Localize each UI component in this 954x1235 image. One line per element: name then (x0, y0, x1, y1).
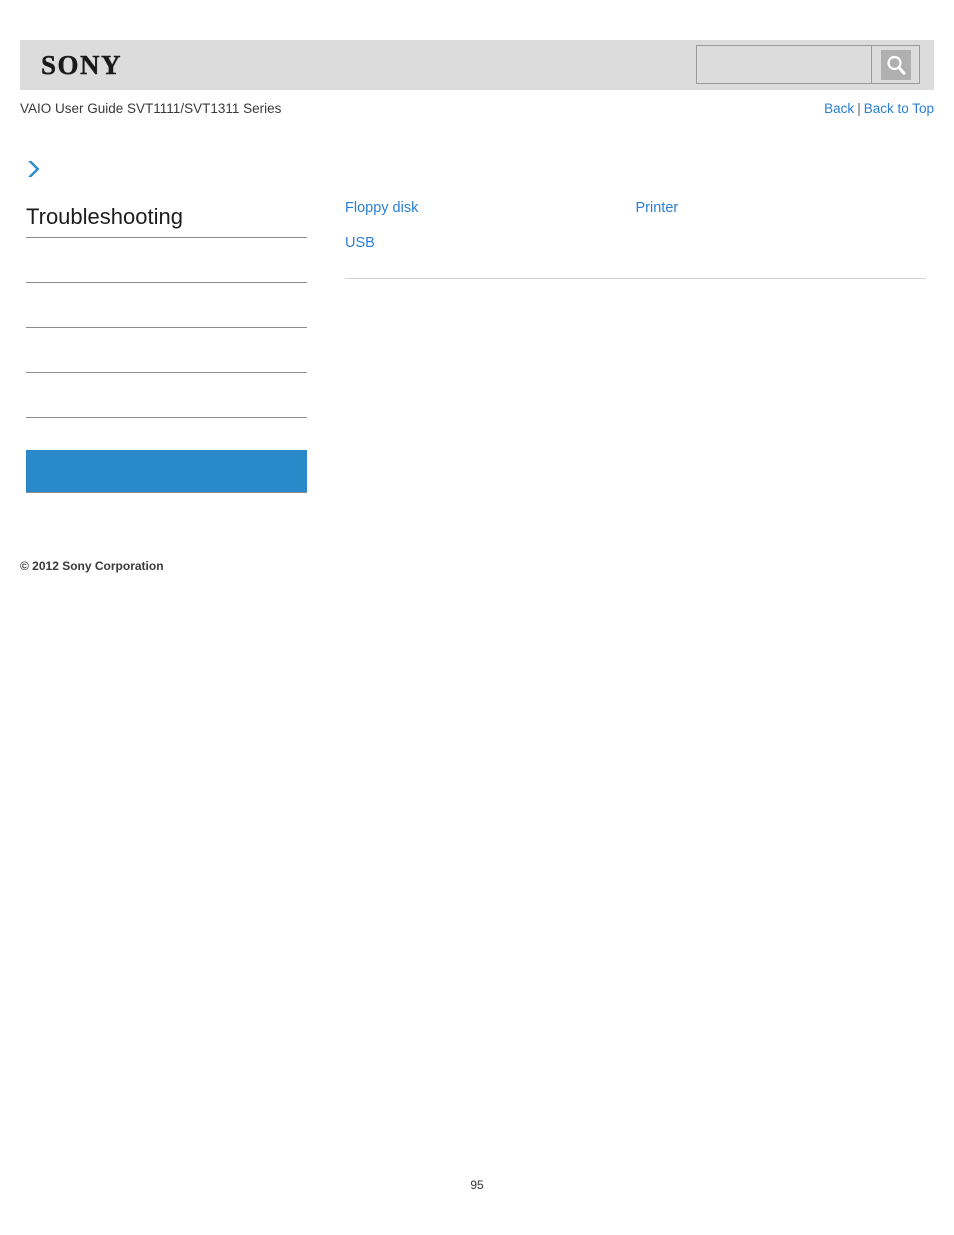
sidebar: Troubleshooting (26, 158, 307, 493)
copyright-text: © 2012 Sony Corporation (20, 559, 164, 573)
sidebar-item[interactable] (26, 238, 307, 283)
guide-title: VAIO User Guide SVT1111/SVT1311 Series (20, 101, 282, 116)
page-number: 95 (470, 1178, 484, 1192)
search-area (696, 45, 920, 84)
sidebar-nav-list (26, 238, 307, 418)
chevron-right-icon (26, 158, 44, 180)
content-divider (345, 278, 926, 279)
topic-link-cell-empty (636, 231, 927, 266)
top-navigation: Back | Back to Top (824, 101, 934, 116)
sidebar-item[interactable] (26, 328, 307, 373)
back-to-top-link[interactable]: Back to Top (864, 101, 934, 116)
topic-link-cell: Floppy disk (345, 196, 636, 231)
sidebar-item[interactable] (26, 283, 307, 328)
main-content: Floppy disk Printer USB (345, 196, 926, 279)
topic-link-usb[interactable]: USB (345, 235, 375, 251)
topic-link-grid: Floppy disk Printer USB (345, 196, 926, 266)
sidebar-item-selected[interactable] (26, 450, 307, 493)
header-bar: SONY (20, 40, 934, 90)
back-link[interactable]: Back (824, 101, 854, 116)
topic-link-cell: USB (345, 231, 636, 266)
topic-link-cell: Printer (636, 196, 927, 231)
search-icon (880, 49, 911, 80)
topic-link-floppy-disk[interactable]: Floppy disk (345, 200, 418, 216)
page-title: Troubleshooting (26, 204, 307, 238)
link-separator: | (857, 101, 861, 116)
search-button[interactable] (871, 45, 920, 84)
sidebar-item[interactable] (26, 373, 307, 418)
topic-link-printer[interactable]: Printer (636, 200, 679, 216)
sony-logo: SONY (41, 50, 123, 80)
search-input[interactable] (696, 45, 871, 84)
